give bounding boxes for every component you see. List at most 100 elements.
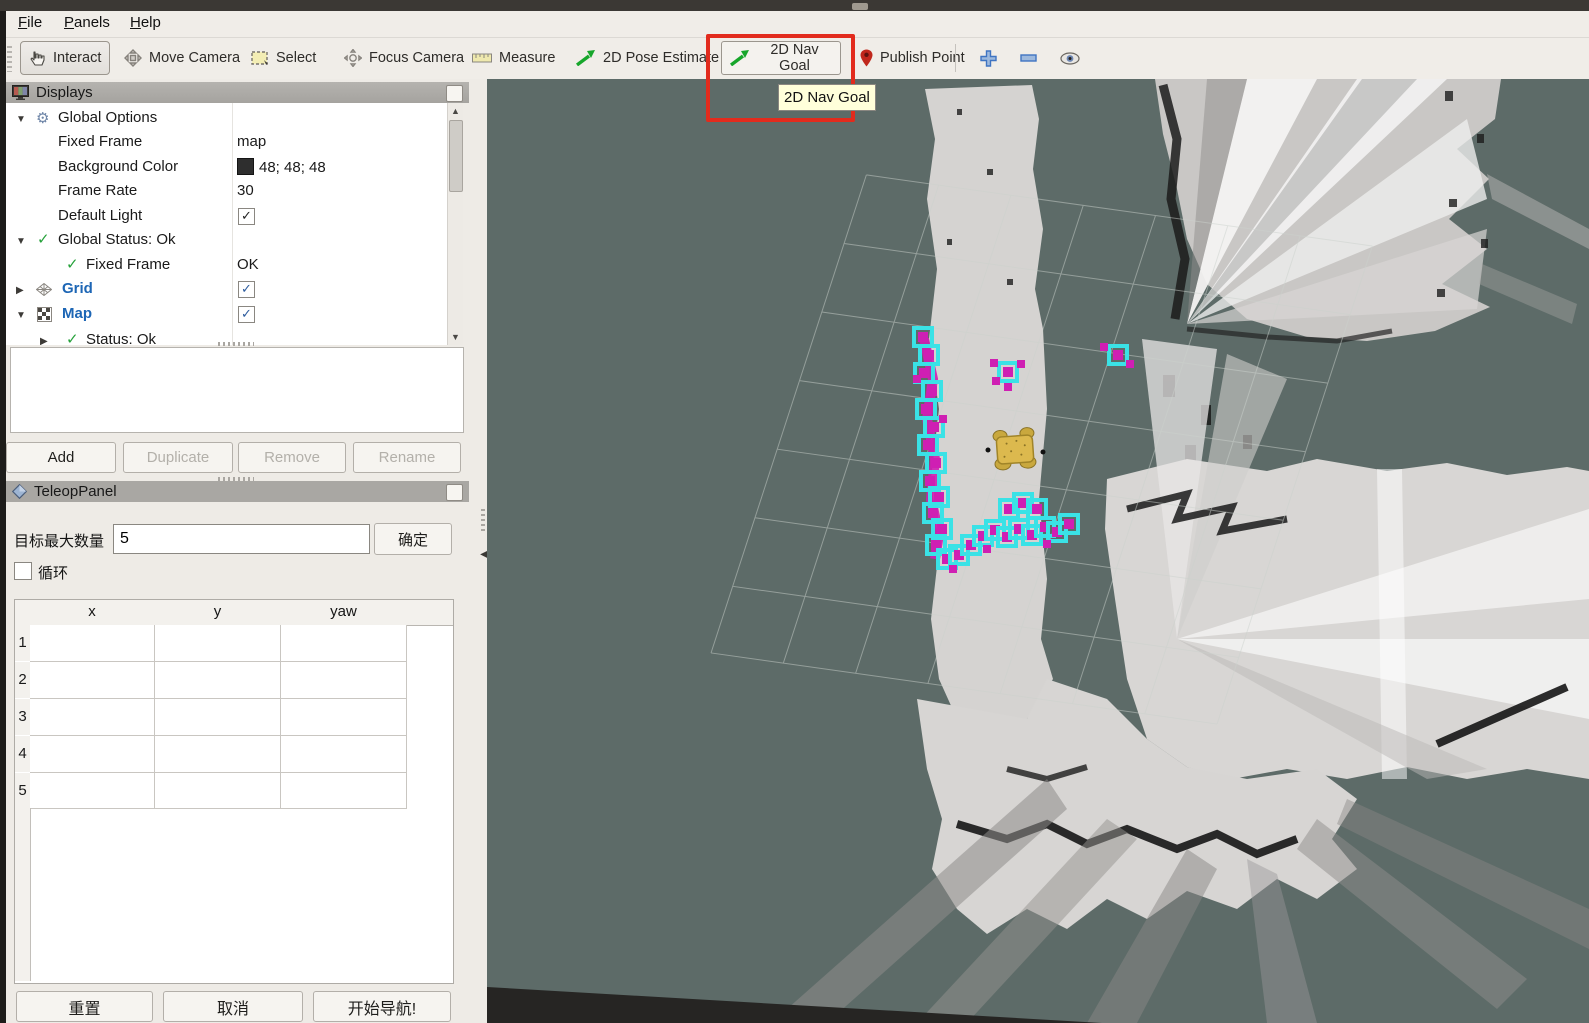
window-titlebar[interactable] (0, 0, 1589, 11)
map-display-icon (37, 307, 52, 322)
hand-cursor-icon (29, 50, 46, 67)
collapse-arrow-icon[interactable]: ▼ (16, 310, 26, 321)
move-camera-tool-button[interactable]: Move Camera (116, 41, 248, 75)
reset-button[interactable]: 重置 (16, 991, 153, 1022)
row-header-3[interactable]: 3 (15, 699, 31, 735)
visibility-tool-button[interactable] (1052, 41, 1086, 75)
cell-x-1[interactable] (30, 625, 155, 662)
column-header-y[interactable]: y (155, 603, 280, 620)
cell-x-2[interactable] (30, 662, 155, 699)
selection-box-icon (251, 51, 269, 66)
focus-camera-label: Focus Camera (369, 50, 464, 66)
loop-checkbox[interactable] (14, 562, 32, 580)
panel-splitter-dots[interactable] (481, 509, 485, 531)
add-display-button[interactable]: Add (6, 442, 116, 473)
expand-arrow-icon[interactable]: ▶ (40, 336, 48, 345)
splitter-handle[interactable] (218, 342, 254, 346)
menu-help[interactable]: Help (130, 14, 161, 31)
tree-row-background-color[interactable]: Background Color 48; 48; 48 (6, 156, 447, 180)
tree-row-default-light[interactable]: Default Light ✓ (6, 205, 447, 229)
cell-y-5[interactable] (155, 773, 281, 809)
measure-tool-button[interactable]: Measure (464, 41, 563, 75)
nav-goal-tooltip: 2D Nav Goal (778, 84, 876, 111)
tooltip-text: 2D Nav Goal (784, 89, 870, 106)
background-color-value[interactable]: 48; 48; 48 (237, 158, 326, 176)
3d-viewport[interactable] (487, 79, 1589, 1023)
pose-estimate-tool-button[interactable]: 2D Pose Estimate (568, 41, 727, 75)
rename-display-button[interactable]: Rename (353, 442, 461, 473)
row-header-5[interactable]: 5 (15, 773, 31, 808)
grid-checkbox[interactable]: ✓ (238, 281, 255, 298)
start-navigation-button[interactable]: 开始导航! (313, 991, 451, 1022)
toolbar-grip[interactable] (7, 46, 12, 72)
cell-yaw-2[interactable] (281, 662, 407, 699)
tree-row-grid[interactable]: ▶ Grid ✓ (6, 278, 447, 302)
column-header-yaw[interactable]: yaw (281, 603, 406, 620)
default-light-checkbox[interactable]: ✓ (238, 208, 255, 225)
displays-panel-title: Displays (36, 84, 93, 101)
scroll-down-icon[interactable]: ▼ (450, 332, 461, 342)
color-swatch (237, 158, 254, 175)
row-header-1[interactable]: 1 (15, 625, 31, 661)
displays-float-button[interactable] (446, 85, 463, 102)
add-display-tool-button[interactable] (972, 41, 1002, 75)
teleop-panel-header[interactable]: TeleopPanel (6, 481, 469, 502)
plus-icon (980, 50, 997, 67)
focus-crosshair-icon (344, 49, 362, 67)
interact-tool-button[interactable]: Interact (20, 41, 110, 75)
scroll-up-icon[interactable]: ▲ (450, 106, 461, 116)
column-header-x[interactable]: x (30, 603, 154, 620)
cell-yaw-1[interactable] (281, 625, 407, 662)
displays-panel-header[interactable]: Displays (6, 82, 469, 103)
remove-display-tool-button[interactable] (1012, 41, 1042, 75)
cell-y-3[interactable] (155, 699, 281, 736)
cell-yaw-3[interactable] (281, 699, 407, 736)
row-header-2[interactable]: 2 (15, 662, 31, 698)
focus-camera-tool-button[interactable]: Focus Camera (336, 41, 472, 75)
goal-table: x y yaw 1 2 3 4 5 (14, 599, 454, 984)
duplicate-display-button[interactable]: Duplicate (123, 442, 233, 473)
displays-scrollbar[interactable]: ▲ ▼ (447, 103, 463, 345)
menu-panels[interactable]: Panels (64, 14, 110, 31)
cell-x-4[interactable] (30, 736, 155, 773)
map-checkbox[interactable]: ✓ (238, 306, 255, 323)
cell-x-3[interactable] (30, 699, 155, 736)
eye-icon (1060, 52, 1080, 65)
tree-row-global-options[interactable]: ▼ ⚙ Global Options (6, 107, 447, 131)
expand-arrow-icon[interactable]: ▶ (16, 285, 24, 296)
cancel-button[interactable]: 取消 (163, 991, 303, 1022)
cell-yaw-4[interactable] (281, 736, 407, 773)
tree-row-global-status[interactable]: ▼ ✓ Global Status: Ok (6, 229, 447, 253)
fixed-frame-status-value: OK (237, 256, 259, 273)
tree-row-fixed-frame[interactable]: Fixed Frame map (6, 131, 447, 155)
select-tool-button[interactable]: Select (243, 41, 324, 75)
fixed-frame-value[interactable]: map (237, 133, 266, 150)
scroll-thumb[interactable] (449, 120, 463, 192)
collapse-arrow-icon[interactable]: ▼ (16, 114, 26, 125)
cell-y-2[interactable] (155, 662, 281, 699)
remove-display-button[interactable]: Remove (238, 442, 346, 473)
menu-file[interactable]: File (18, 14, 42, 31)
row-header-4[interactable]: 4 (15, 736, 31, 772)
map-pin-icon (860, 49, 873, 67)
max-goal-input[interactable] (113, 524, 370, 554)
tree-row-frame-rate[interactable]: Frame Rate 30 (6, 180, 447, 204)
display-description-box (10, 347, 464, 433)
move-arrows-icon (124, 49, 142, 67)
tree-row-fixed-frame-status[interactable]: ✓ Fixed Frame OK (6, 254, 447, 278)
max-goal-label: 目标最大数量 (14, 530, 104, 551)
confirm-button[interactable]: 确定 (374, 523, 452, 555)
teleop-panel-title: TeleopPanel (34, 483, 117, 500)
minus-icon (1020, 54, 1037, 62)
teleop-float-button[interactable] (446, 484, 463, 501)
cell-x-5[interactable] (30, 773, 155, 809)
tree-row-map[interactable]: ▼ Map ✓ (6, 303, 447, 327)
collapse-arrow-icon[interactable]: ▼ (16, 236, 26, 247)
cell-y-4[interactable] (155, 736, 281, 773)
side-panel: Displays ▼ ⚙ Global Options Fixed Frame … (6, 79, 487, 1023)
cell-yaw-5[interactable] (281, 773, 407, 809)
frame-rate-value[interactable]: 30 (237, 182, 254, 199)
cell-y-1[interactable] (155, 625, 281, 662)
robot-side-marker (1041, 450, 1046, 455)
status-ok-check-icon: ✓ (66, 330, 79, 345)
